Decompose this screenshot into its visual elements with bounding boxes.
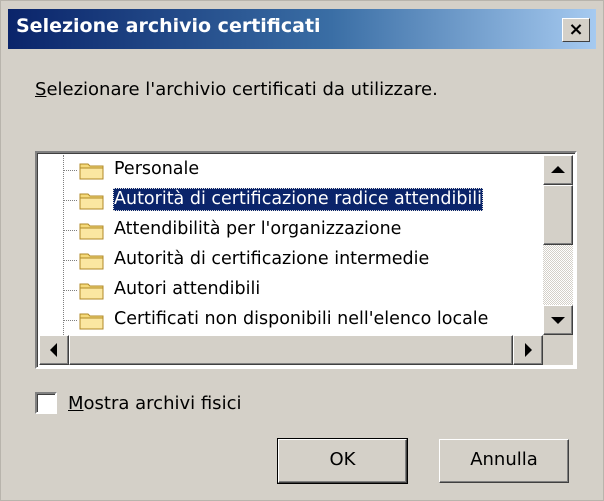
scroll-down-button[interactable] [543,305,573,335]
scroll-up-button[interactable] [543,155,573,185]
folder-icon [79,283,104,300]
tree-branch-line [63,230,77,231]
tree-item[interactable]: Personale [39,155,543,185]
tree-item-label: Autorità di certificazione intermedie [114,249,430,269]
scroll-right-button[interactable] [513,335,543,365]
scrollbar-corner [543,335,573,365]
tree-item[interactable]: Attendibilità per l'organizzazione [39,215,543,245]
arrow-right-icon [525,343,532,357]
instruction-text: Selezionare l'archivio certificati da ut… [35,79,438,100]
instruction-rest: elezionare l'archivio certificati da uti… [46,79,438,100]
tree-item[interactable]: Autorità di certificazione intermedie [39,245,543,275]
tree-item-label: Personale [114,159,200,179]
instruction-mnemonic: S [35,79,47,100]
tree-item[interactable]: Autori attendibili [39,275,543,305]
vertical-scroll-thumb[interactable] [543,185,573,245]
show-physical-stores-checkbox[interactable] [35,392,57,414]
checkbox-label-rest: ostra archivi fisici [83,393,242,414]
folder-icon [79,163,104,180]
tree-item-label: Certificati non disponibili nell'elenco … [114,309,489,329]
title-bar[interactable]: Selezione archivio certificati × [8,9,596,49]
close-icon: × [568,19,584,40]
show-physical-stores-label[interactable]: Mostra archivi fisici [68,393,241,414]
tree-branch-line [63,260,77,261]
close-button[interactable]: × [562,18,590,42]
tree-branch-line [63,170,77,171]
tree-item-label: Autori attendibili [114,279,261,299]
checkbox-mnemonic: M [68,393,84,414]
horizontal-scroll-thumb[interactable] [69,335,513,365]
tree-item-label: Autorità di certificazione radice attend… [113,188,484,211]
folder-icon [79,193,104,210]
certificate-store-dialog: Selezione archivio certificati × Selezio… [0,0,604,501]
tree-branch-line [63,200,77,201]
folder-icon [79,223,104,240]
certificate-store-tree[interactable]: Personale Autorità di certificazione radi… [35,151,577,369]
folder-icon [79,253,104,270]
dialog-title: Selezione archivio certificati [16,15,321,37]
tree-item[interactable]: Certificati non disponibili nell'elenco … [39,305,543,335]
arrow-down-icon [551,317,565,324]
horizontal-scrollbar[interactable] [39,335,543,365]
tree-item-label: Attendibilità per l'organizzazione [114,219,402,239]
folder-icon [79,313,104,330]
tree-branch-line [63,290,77,291]
tree-rows: Personale Autorità di certificazione radi… [39,155,543,335]
tree-branch-line [63,320,77,321]
vertical-scrollbar[interactable] [543,155,573,335]
arrow-up-icon [551,166,565,173]
tree-item[interactable]: Autorità di certificazione radice attend… [39,185,543,215]
scroll-left-button[interactable] [39,335,69,365]
cancel-button[interactable]: Annulla [439,439,569,483]
arrow-left-icon [50,343,57,357]
ok-button[interactable]: OK [277,438,408,484]
